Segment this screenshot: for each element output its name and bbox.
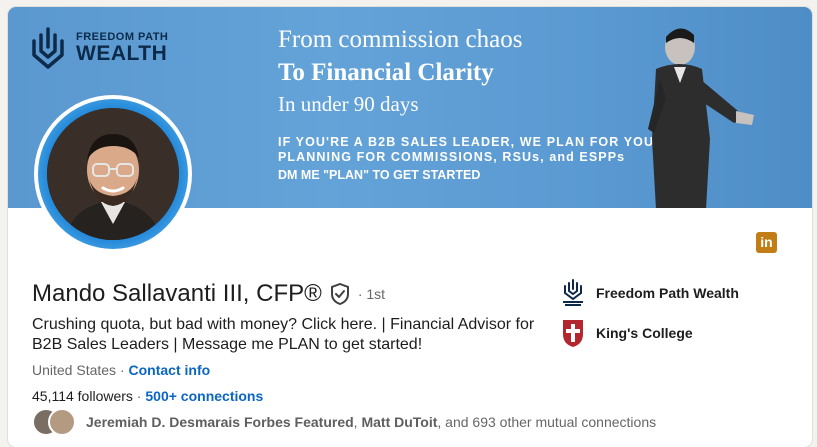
verified-shield-icon[interactable] [330, 283, 350, 305]
banner-person-image [636, 19, 786, 208]
mutual-avatars [32, 408, 78, 436]
followers-row: 45,114 followers · 500+ connections [32, 388, 263, 404]
profile-avatar[interactable] [34, 95, 192, 253]
banner-headline-3: In under 90 days [278, 92, 419, 116]
sidebar-school-label: King's College [596, 325, 693, 341]
profile-headline: Crushing quota, but bad with money? Clic… [32, 316, 535, 353]
followers-separator: · [132, 388, 146, 404]
location-separator: · [116, 362, 129, 378]
mutual-rest: , and 693 other mutual connections [437, 414, 657, 430]
mutual-avatar [48, 408, 76, 436]
mutual-connections-row[interactable]: Jeremiah D. Desmarais Forbes Featured, M… [32, 408, 656, 436]
profile-name-row: Mando Sallavanti III, CFP® · 1st [32, 280, 385, 308]
avatar-ring [38, 99, 188, 249]
mutual-name-1: Jeremiah D. Desmarais Forbes Featured [86, 414, 354, 430]
sidebar-company[interactable]: Freedom Path Wealth [560, 275, 739, 311]
mutual-connections-text: Jeremiah D. Desmarais Forbes Featured, M… [86, 414, 656, 430]
location-row: United States · Contact info [32, 362, 210, 378]
followers-count[interactable]: 45,114 followers [32, 388, 133, 404]
banner-logo-text: FREEDOM PATH WEALTH [76, 32, 168, 65]
contact-info-link[interactable]: Contact info [129, 362, 211, 378]
sidebar-company-label: Freedom Path Wealth [596, 285, 739, 301]
banner-logo: FREEDOM PATH WEALTH [28, 27, 168, 69]
linkedin-icon[interactable]: in [756, 232, 777, 253]
banner-cta: DM ME "PLAN" TO GET STARTED [278, 168, 481, 182]
avatar-photo [47, 108, 179, 240]
connection-degree: · 1st [357, 286, 386, 302]
banner-headline-2: To Financial Clarity [278, 59, 494, 86]
banner-logo-line2: WEALTH [76, 42, 168, 65]
kings-college-logo-icon [560, 318, 586, 348]
freedom-path-logo-small-icon [560, 278, 586, 308]
profile-sidebar: Freedom Path Wealth King's College [560, 275, 739, 355]
freedom-path-logo-icon [28, 27, 68, 69]
banner-caps-1: IF YOU'RE A B2B SALES LEADER, WE PLAN FO… [278, 135, 655, 149]
connections-link[interactable]: 500+ connections [145, 388, 263, 404]
sidebar-school[interactable]: King's College [560, 315, 739, 351]
profile-name: Mando Sallavanti III, CFP® [32, 280, 322, 307]
banner-caps-2: PLANNING FOR COMMISSIONS, RSUs, and ESPP… [278, 150, 626, 164]
banner-headline-1: From commission chaos [278, 26, 523, 53]
profile-card: FREEDOM PATH WEALTH From commission chao… [8, 7, 812, 447]
mutual-name-2: Matt DuToit [361, 414, 438, 430]
location-text: United States [32, 362, 117, 378]
